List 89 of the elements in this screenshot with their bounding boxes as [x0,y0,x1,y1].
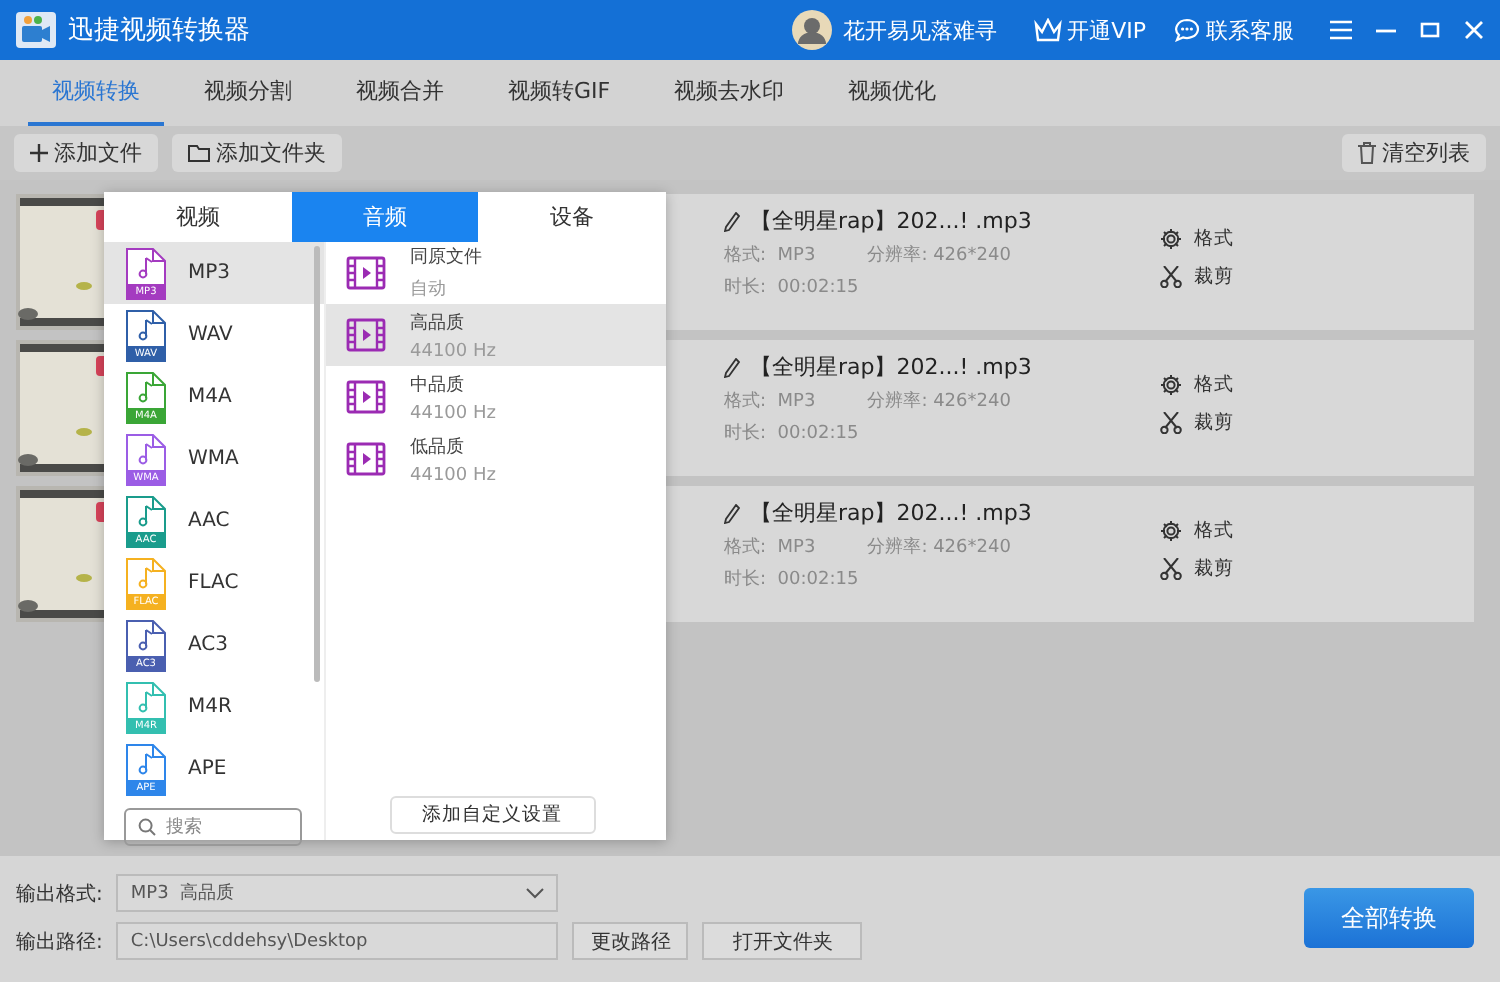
format-name: APE [188,758,227,780]
crown-icon [1033,18,1062,42]
clear-list-button[interactable]: 清空列表 [1342,134,1486,172]
file-duration: 时长: 00:02:15 [724,567,859,592]
tab[interactable]: 视频合并 [332,60,468,126]
open-folder-button[interactable]: 打开文件夹 [702,922,863,960]
search-icon [138,818,156,836]
format-tab[interactable]: 设备 [478,192,666,242]
file-name: 【全明星rap】202...! .mp3 [750,206,1032,236]
chat-icon [1174,18,1200,42]
file-format: 格式: MP3 [724,389,816,414]
format-name: AC3 [188,634,229,656]
tab[interactable]: 视频分割 [180,60,316,126]
trim-link[interactable]: 裁剪 [1160,410,1234,436]
format-name: WAV [188,324,233,346]
app-logo-icon [16,12,56,48]
pencil-icon[interactable] [724,357,740,377]
tab[interactable]: 视频转GIF [484,60,635,126]
output-path-field[interactable]: C:\Users\cddehsy\Desktop [116,922,559,960]
file-resolution: 分辨率: 426*240 [867,535,1011,560]
format-tab[interactable]: 视频 [104,192,292,242]
close-icon[interactable] [1464,20,1484,40]
plus-icon [30,144,48,162]
file-resolution: 分辨率: 426*240 [867,389,1011,414]
convert-all-button[interactable]: 全部转换 [1304,888,1474,948]
change-path-button[interactable]: 更改路径 [572,922,689,960]
format-tab[interactable]: 音频 [291,192,479,242]
avatar-icon [791,10,832,50]
quality-name: 高品质 [410,311,466,335]
quality-name: 同原文件 [410,245,482,270]
output-format-select[interactable]: MP3 高品质 [116,874,559,912]
scissors-icon [1160,558,1182,580]
file-duration: 时长: 00:02:15 [724,421,859,446]
gear-icon [1160,520,1182,542]
gear-icon [1160,374,1182,396]
quality-detail: 44100 Hz [410,341,496,361]
window-title: 迅捷视频转换器 [68,14,250,48]
format-settings-link[interactable]: 格式 [1160,226,1234,252]
file-name: 【全明星rap】202...! .mp3 [750,498,1032,528]
tab[interactable]: 视频优化 [824,60,961,126]
pencil-icon[interactable] [724,211,740,231]
file-format: 格式: MP3 [724,535,816,560]
quality-detail: 自动 [410,277,448,302]
film-icon [346,318,386,352]
quality-item[interactable]: 高品质 44100 Hz [326,304,666,366]
add-folder-button[interactable]: 添加文件夹 [172,134,342,172]
film-icon [346,442,386,476]
file-format: 格式: MP3 [724,243,816,268]
pencil-icon[interactable] [724,503,740,523]
format-name: FLAC [188,572,239,594]
quality-item[interactable]: 低品质 44100 Hz [326,428,666,490]
quality-item[interactable]: 同原文件 自动 [326,242,666,304]
trim-link[interactable]: 裁剪 [1160,264,1234,290]
format-name: WMA [188,448,239,470]
maximize-icon[interactable] [1420,20,1440,40]
trash-icon [1358,142,1376,164]
vip-link[interactable]: 开通VIP [1033,15,1146,45]
tab[interactable]: 视频去水印 [650,60,809,126]
output-path-label: 输出路径: [16,929,103,955]
format-name: M4A [188,386,232,408]
custom-settings-button[interactable]: 添加自定义设置 [389,796,595,834]
gear-icon [1160,228,1182,250]
add-file-button[interactable]: 添加文件 [14,134,158,172]
scissors-icon [1160,266,1182,288]
quality-name: 低品质 [410,435,466,459]
scrollbar[interactable] [314,246,320,682]
output-format-label: 输出格式: [16,881,103,907]
format-name: M4R [188,696,232,718]
quality-detail: 44100 Hz [410,465,496,485]
chevron-down-icon [526,887,545,899]
quality-item[interactable]: 中品质 44100 Hz [326,366,666,428]
format-settings-link[interactable]: 格式 [1160,372,1234,398]
scissors-icon [1160,412,1182,434]
search-field[interactable]: 搜索 [124,808,302,846]
trim-link[interactable]: 裁剪 [1160,556,1234,582]
service-link[interactable]: 联系客服 [1174,15,1294,45]
format-name: MP3 [188,262,231,284]
quality-name: 中品质 [410,373,466,397]
user-name[interactable]: 花开易见落难寻 [843,15,998,45]
film-icon [346,256,386,290]
file-duration: 时长: 00:02:15 [724,275,859,300]
file-name: 【全明星rap】202...! .mp3 [750,352,1032,382]
quality-detail: 44100 Hz [410,403,496,423]
film-icon [346,380,386,414]
format-name: AAC [188,510,230,532]
file-resolution: 分辨率: 426*240 [867,243,1011,268]
menu-icon[interactable] [1330,20,1352,40]
format-settings-link[interactable]: 格式 [1160,518,1234,544]
folder-icon [188,144,210,162]
